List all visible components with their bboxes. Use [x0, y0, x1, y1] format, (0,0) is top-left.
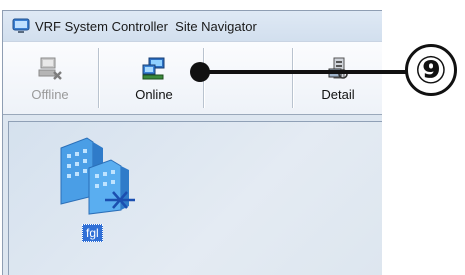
callout-number: ⑨ — [405, 44, 457, 96]
callout-leader-dot — [190, 62, 210, 82]
site-canvas[interactable]: fgl — [8, 121, 382, 275]
title-bar: VRF System Controller Site Navigator — [3, 11, 382, 41]
site-navigator-window: VRF System Controller Site Navigator Off… — [2, 10, 382, 275]
offline-label: Offline — [31, 87, 69, 102]
detail-label: Detail — [321, 87, 355, 102]
server-detail-icon — [328, 57, 348, 79]
window-title: VRF System Controller Site Navigator — [35, 18, 257, 34]
monitor-icon — [12, 18, 30, 33]
site-item[interactable]: fgl — [49, 134, 139, 244]
online-button[interactable]: Online — [119, 48, 189, 108]
callout-leader-line — [200, 70, 410, 74]
computer-connect-icon — [142, 57, 165, 80]
toolbar-separator — [98, 48, 100, 108]
site-area: fgl — [3, 114, 382, 275]
site-name: fgl — [82, 224, 103, 242]
online-label: Online — [135, 87, 173, 102]
building-offline-icon — [60, 137, 135, 215]
detail-button[interactable]: Detail — [303, 48, 373, 108]
computer-disconnect-icon — [38, 57, 62, 80]
toolbar-separator — [292, 48, 294, 108]
offline-button[interactable]: Offline — [15, 48, 85, 108]
